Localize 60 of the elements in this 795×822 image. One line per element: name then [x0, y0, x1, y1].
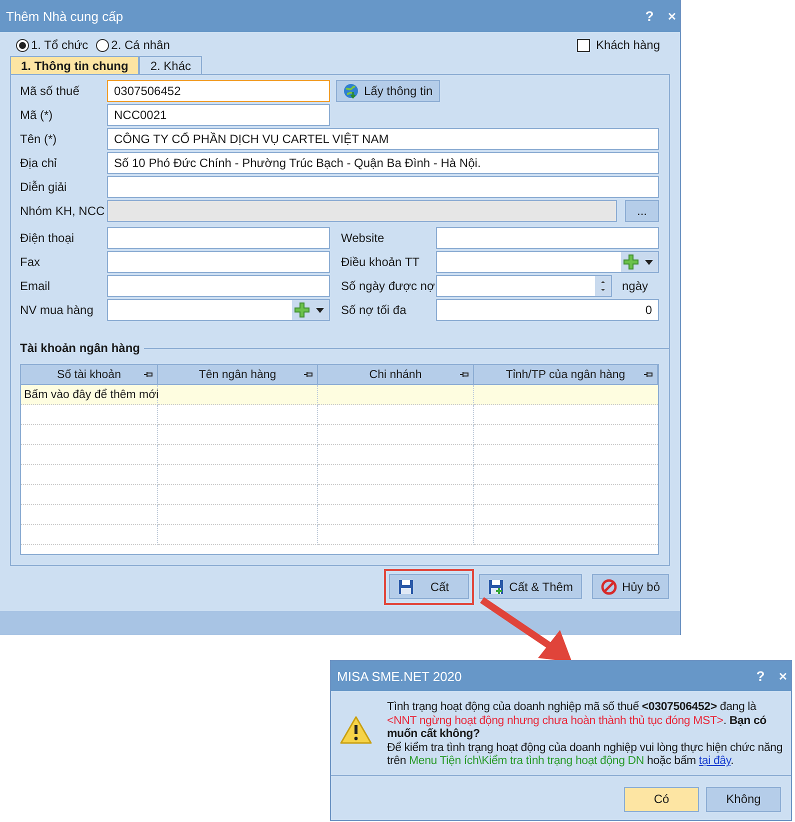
action-button[interactable]: Cất: [389, 574, 470, 599]
field-label: Điều khoản TT: [341, 255, 420, 269]
message-text: Tình trạng hoạt động của doanh nghiệp mã số thuế <0307506452> đang là <NNT ngừng hoạt động nhưng chưa hoàn thành thủ tục đóng MST>. Bạn có muốn cất không? Để kiểm tra tình trạng hoạt động của doanh nghiệp vui lòng thực hiện chức năng trên Menu Tiện ích\Kiểm tra tình trạng hoạt động DN hoặc bấm tại đây.: [387, 701, 783, 768]
unit-label: ngày: [622, 279, 648, 293]
spinner-icon: [595, 276, 611, 296]
pin-icon[interactable]: [144, 371, 153, 378]
combo-field[interactable]: [107, 299, 330, 321]
input-field[interactable]: [107, 176, 659, 198]
lookup-button[interactable]: Lấy thông tin: [336, 80, 440, 102]
column-header[interactable]: Tỉnh/TP của ngân hàng: [474, 365, 658, 385]
pin-icon[interactable]: [644, 371, 653, 378]
tab[interactable]: 1. Thông tin chung: [10, 56, 140, 74]
action-button[interactable]: Hủy bỏ: [592, 574, 669, 599]
caret-icon: [645, 260, 653, 264]
column-header[interactable]: Chi nhánh: [318, 365, 474, 385]
input-field[interactable]: 0: [436, 299, 659, 321]
field-label: Nhóm KH, NCC: [20, 204, 106, 218]
field-label: Mã số thuế: [20, 84, 80, 98]
tab[interactable]: 2. Khác: [139, 56, 202, 74]
field-label: Email: [20, 279, 52, 293]
field-label: Số nợ tối đa: [341, 303, 408, 317]
input-field[interactable]: Số 10 Phó Đức Chính - Phường Trúc Bạch - Quận Ba Đình - Hà Nội.: [107, 152, 659, 174]
pin-icon[interactable]: [460, 371, 469, 378]
window-title: Thêm Nhà cung cấp: [6, 8, 124, 24]
link[interactable]: tại đây: [698, 755, 731, 767]
pin-icon[interactable]: [304, 371, 313, 378]
field-label: Tên (*): [20, 132, 58, 146]
input-field[interactable]: [107, 227, 330, 249]
column-header[interactable]: Số tài khoản: [21, 365, 158, 385]
field-label: Website: [341, 231, 386, 245]
field-label: Diễn giải: [20, 180, 68, 194]
input-field[interactable]: [436, 227, 659, 249]
column-header[interactable]: Tên ngân hàng: [158, 365, 318, 385]
warning-icon: [339, 715, 373, 745]
input-field[interactable]: [107, 251, 330, 273]
field-label: Fax: [20, 255, 42, 269]
customer-checkbox[interactable]: Khách hàng: [576, 38, 660, 52]
dialog-button[interactable]: Không: [706, 786, 781, 812]
field-label: Địa chỉ: [20, 156, 58, 170]
field-label: Số ngày được nợ: [341, 279, 436, 293]
combo-field[interactable]: [436, 251, 659, 273]
field-label: NV mua hàng: [20, 303, 94, 317]
field-label: Mã (*): [20, 108, 54, 122]
plus-icon: [294, 302, 310, 318]
radio-option[interactable]: 1. Tổ chức: [16, 38, 88, 52]
field-label: Điện thoại: [20, 231, 76, 245]
action-button[interactable]: Cất & Thêm: [479, 574, 582, 599]
input-field[interactable]: NCC0021: [107, 104, 330, 126]
globe-icon: [343, 83, 359, 99]
input-field[interactable]: CÔNG TY CỔ PHẦN DỊCH VỤ CARTEL VIỆT NAM: [107, 128, 659, 150]
caret-icon: [316, 308, 324, 312]
prohibited-icon: [600, 578, 617, 594]
dialog-button[interactable]: Có: [624, 786, 699, 812]
section-title: Tài khoản ngân hàng: [20, 341, 140, 355]
input-field[interactable]: [107, 275, 330, 297]
spin-field[interactable]: [436, 275, 612, 297]
plus-icon: [623, 254, 639, 270]
radio-option[interactable]: 2. Cá nhân: [96, 38, 170, 52]
input-field[interactable]: 0307506452: [107, 80, 330, 102]
dialog-title: MISA SME.NET 2020: [337, 668, 463, 684]
